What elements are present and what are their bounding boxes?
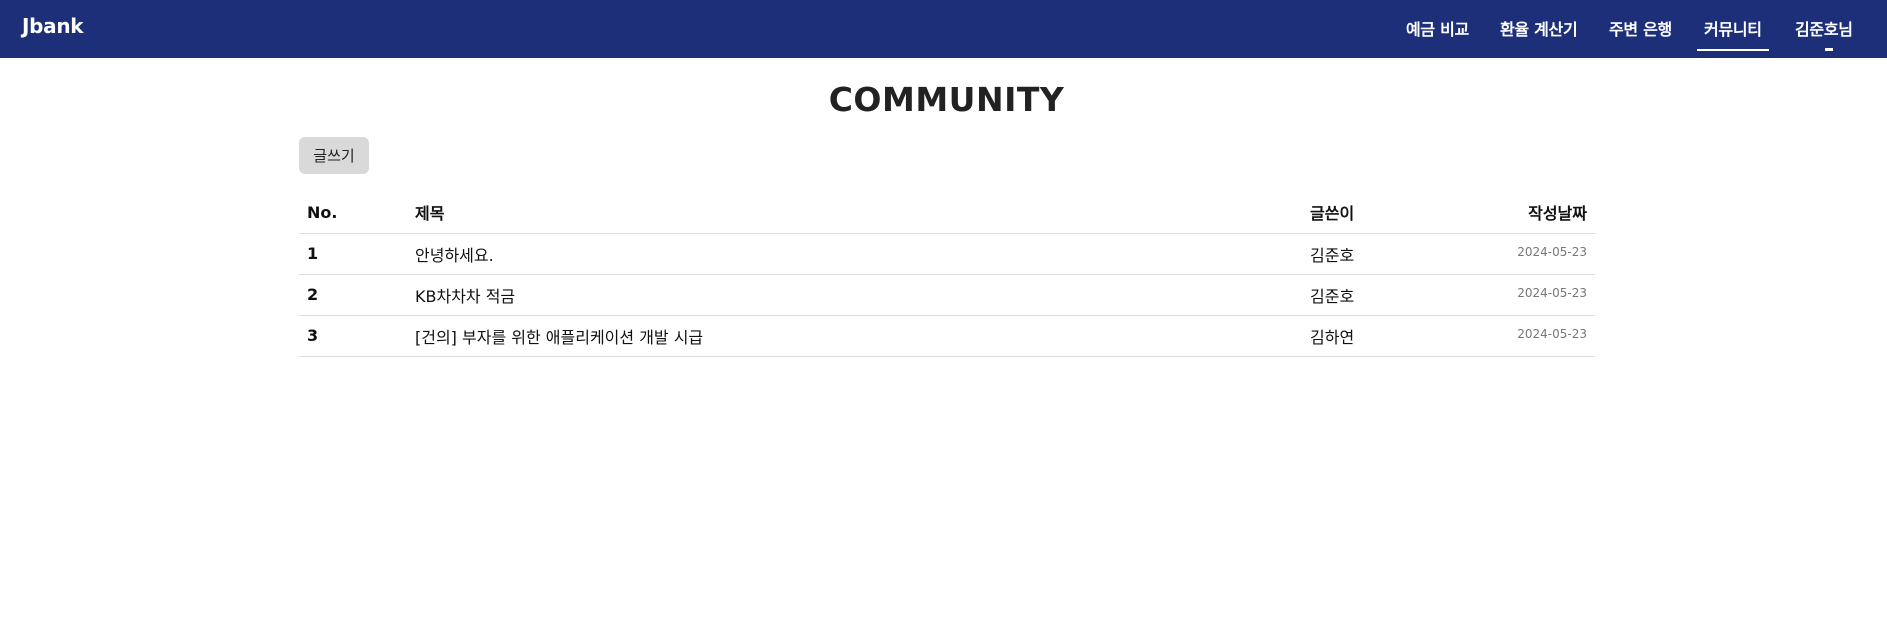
write-post-button[interactable]: 글쓰기 xyxy=(299,137,369,174)
top-navbar: Jbank 예금 비교 환율 계산기 주변 은행 커뮤니티 김준호님 xyxy=(0,0,1887,58)
nav-item-user-menu[interactable]: 김준호님 xyxy=(1795,16,1853,42)
nav-item-nearby-banks[interactable]: 주변 은행 xyxy=(1609,16,1672,42)
community-post-table: No. 제목 글쓴이 작성날짜 1 안녕하세요. 김준호 2024-05-23 … xyxy=(299,192,1595,357)
post-number: 1 xyxy=(299,233,415,275)
header-author: 글쓴이 xyxy=(1310,192,1480,234)
post-number: 2 xyxy=(299,274,415,316)
post-author: 김준호 xyxy=(1310,233,1480,275)
post-date: 2024-05-23 xyxy=(1480,274,1595,316)
post-date: 2024-05-23 xyxy=(1480,233,1595,275)
table-header-row: No. 제목 글쓴이 작성날짜 xyxy=(299,192,1595,234)
header-date: 작성날짜 xyxy=(1480,192,1595,234)
header-no: No. xyxy=(299,192,415,234)
post-title-link[interactable]: [건의] 부자를 위한 애플리케이션 개발 시급 xyxy=(415,328,703,347)
nav-item-exchange-calculator[interactable]: 환율 계산기 xyxy=(1500,16,1578,42)
page-title: COMMUNITY xyxy=(828,80,1065,119)
brand-logo[interactable]: Jbank xyxy=(22,14,84,38)
post-author: 김하연 xyxy=(1310,315,1480,357)
table-row[interactable]: 2 KB차차차 적금 김준호 2024-05-23 xyxy=(299,274,1595,316)
post-date: 2024-05-23 xyxy=(1480,315,1595,357)
user-menu-indicator xyxy=(1825,48,1833,51)
nav-item-deposit-compare[interactable]: 예금 비교 xyxy=(1406,16,1469,42)
table-row[interactable]: 1 안녕하세요. 김준호 2024-05-23 xyxy=(299,233,1595,275)
post-title-link[interactable]: 안녕하세요. xyxy=(415,246,494,265)
header-title: 제목 xyxy=(415,192,1310,234)
nav-item-community[interactable]: 커뮤니티 xyxy=(1697,16,1769,51)
table-row[interactable]: 3 [건의] 부자를 위한 애플리케이션 개발 시급 김하연 2024-05-2… xyxy=(299,315,1595,357)
post-author: 김준호 xyxy=(1310,274,1480,316)
post-number: 3 xyxy=(299,315,415,357)
post-title-link[interactable]: KB차차차 적금 xyxy=(415,287,515,306)
